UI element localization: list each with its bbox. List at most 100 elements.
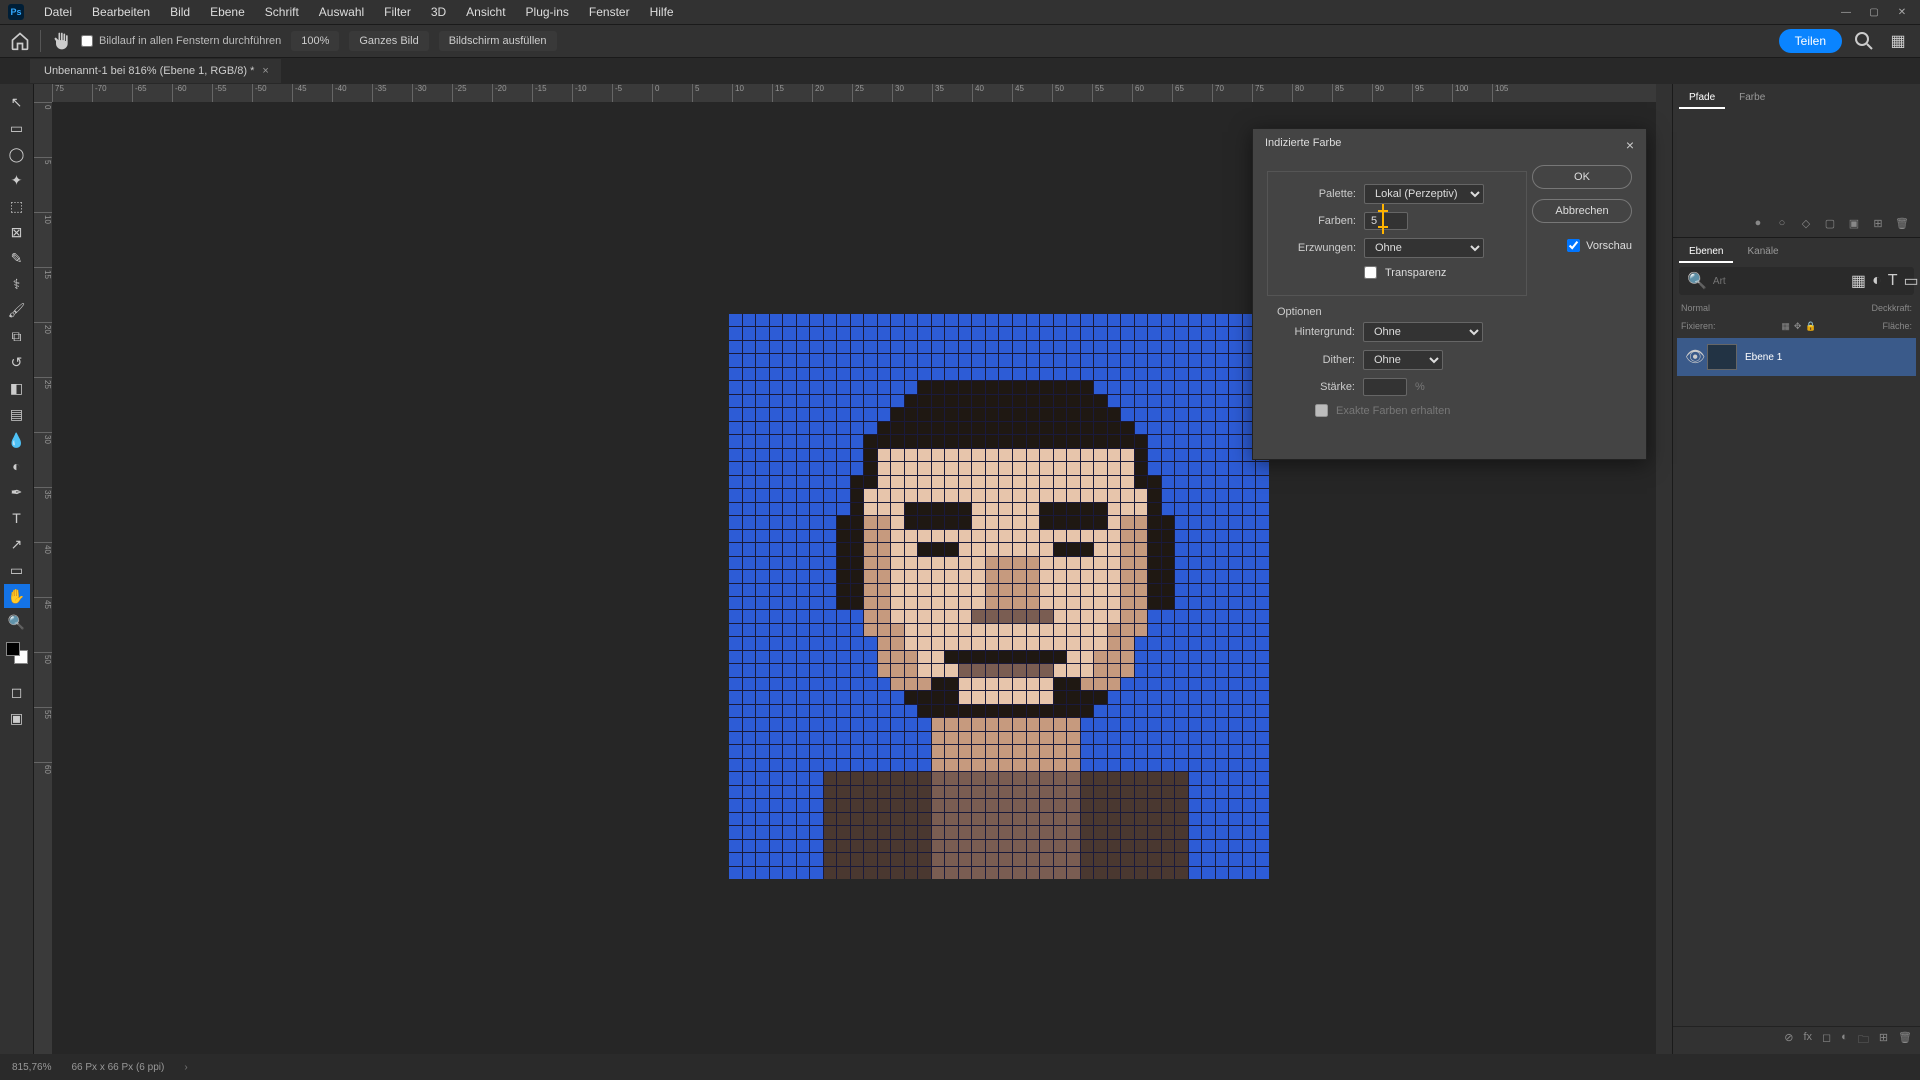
adjustment-layer-icon[interactable]: ◐ [1841, 1031, 1848, 1050]
new-path-icon[interactable]: ⊞ [1870, 215, 1886, 231]
dialog-title: Indizierte Farbe [1265, 137, 1341, 153]
menu-schrift[interactable]: Schrift [255, 5, 309, 19]
farbe-tab[interactable]: Farbe [1729, 88, 1775, 109]
blur-tool[interactable]: 💧 [4, 428, 30, 452]
brush-tool[interactable]: 🖌 [4, 298, 30, 322]
search-icon: 🔍 [1687, 271, 1707, 291]
search-icon[interactable] [1852, 29, 1876, 53]
menu-plugins[interactable]: Plug-ins [516, 5, 579, 19]
preview-checkbox[interactable]: Vorschau [1532, 239, 1632, 252]
eyedropper-tool[interactable]: ✎ [4, 246, 30, 270]
hand-tool[interactable]: ✋ [4, 584, 30, 608]
scroll-all-windows-checkbox[interactable]: Bildlauf in allen Fenstern durchführen [81, 35, 281, 47]
filter-type-icon[interactable]: T [1888, 272, 1898, 290]
mask-icon[interactable]: ▣ [1846, 215, 1862, 231]
new-layer-icon[interactable]: ⊞ [1879, 1031, 1888, 1050]
fill-path-icon[interactable]: ● [1750, 215, 1766, 231]
close-icon[interactable]: ✕ [1892, 2, 1912, 22]
dodge-tool[interactable]: ◐ [4, 454, 30, 478]
menu-bild[interactable]: Bild [160, 5, 200, 19]
group-icon[interactable]: 🗀 [1858, 1031, 1869, 1050]
collapsed-panel-strip[interactable] [1656, 84, 1672, 1054]
menu-auswahl[interactable]: Auswahl [309, 5, 374, 19]
stroke-path-icon[interactable]: ○ [1774, 215, 1790, 231]
layer-row[interactable]: 👁 Ebene 1 [1677, 338, 1916, 376]
menu-datei[interactable]: Datei [34, 5, 82, 19]
lock-label: Fixieren: [1681, 321, 1716, 332]
menu-ebene[interactable]: Ebene [200, 5, 255, 19]
menu-3d[interactable]: 3D [421, 5, 456, 19]
delete-path-icon[interactable]: 🗑 [1894, 215, 1910, 231]
share-button[interactable]: Teilen [1779, 29, 1842, 53]
history-brush-tool[interactable]: ↺ [4, 350, 30, 374]
filter-image-icon[interactable]: ▦ [1851, 271, 1866, 291]
delete-layer-icon[interactable]: 🗑 [1898, 1031, 1912, 1050]
fill-screen-button[interactable]: Bildschirm ausfüllen [439, 31, 557, 51]
quickmask-tool[interactable]: ◻ [4, 680, 30, 704]
link-layers-icon[interactable]: ⊘ [1784, 1031, 1793, 1050]
zoom-tool[interactable]: 🔍 [4, 610, 30, 634]
path-to-selection-icon[interactable]: ◇ [1798, 215, 1814, 231]
gradient-tool[interactable]: ▤ [4, 402, 30, 426]
erzwungen-select[interactable]: Ohne [1364, 238, 1484, 258]
filter-adjust-icon[interactable]: ◐ [1872, 272, 1882, 290]
lock-position-icon[interactable]: ✥ [1794, 321, 1802, 332]
lock-pixels-icon[interactable]: ▦ [1781, 321, 1790, 332]
magic-wand-tool[interactable]: ✦ [4, 168, 30, 192]
maximize-icon[interactable]: ▢ [1864, 2, 1884, 22]
close-tab-icon[interactable]: × [262, 65, 268, 77]
menu-filter[interactable]: Filter [374, 5, 421, 19]
kanale-tab[interactable]: Kanäle [1737, 242, 1788, 263]
status-zoom[interactable]: 815,76% [12, 1062, 51, 1073]
color-swatches[interactable] [4, 640, 30, 666]
filter-shape-icon[interactable]: ▭ [1904, 271, 1919, 291]
make-workpath-icon[interactable]: ▢ [1822, 215, 1838, 231]
type-tool[interactable]: T [4, 506, 30, 530]
home-icon[interactable] [10, 31, 30, 51]
dither-label: Dither: [1275, 354, 1355, 366]
healing-tool[interactable]: ⚕ [4, 272, 30, 296]
hintergrund-select[interactable]: Ohne [1363, 322, 1483, 342]
marquee-tool[interactable]: ▭ [4, 116, 30, 140]
menu-ansicht[interactable]: Ansicht [456, 5, 515, 19]
menu-fenster[interactable]: Fenster [579, 5, 640, 19]
zoom-100-button[interactable]: 100% [291, 31, 339, 51]
shape-tool[interactable]: ▭ [4, 558, 30, 582]
lock-all-icon[interactable]: 🔒 [1805, 321, 1816, 332]
dither-select[interactable]: Ohne [1363, 350, 1443, 370]
clone-tool[interactable]: ⧉ [4, 324, 30, 348]
layer-filter-input[interactable] [1713, 276, 1845, 287]
menu-hilfe[interactable]: Hilfe [640, 5, 684, 19]
fit-screen-button[interactable]: Ganzes Bild [349, 31, 428, 51]
frame-tool[interactable]: ⊠ [4, 220, 30, 244]
farben-input[interactable] [1364, 212, 1408, 230]
layer-style-icon[interactable]: fx [1803, 1031, 1812, 1050]
cancel-button[interactable]: Abbrechen [1532, 199, 1632, 223]
move-tool[interactable]: ↖ [4, 90, 30, 114]
transparenz-checkbox[interactable] [1364, 266, 1377, 279]
layer-thumbnail[interactable] [1707, 344, 1737, 370]
eraser-tool[interactable]: ◧ [4, 376, 30, 400]
crop-tool[interactable]: ⬚ [4, 194, 30, 218]
menu-bearbeiten[interactable]: Bearbeiten [82, 5, 160, 19]
document-tabs: Unbenannt-1 bei 816% (Ebene 1, RGB/8) * … [0, 58, 1920, 84]
palette-select[interactable]: Lokal (Perzeptiv) [1364, 184, 1484, 204]
screenmode-tool[interactable]: ▣ [4, 706, 30, 730]
minimize-icon[interactable]: — [1836, 2, 1856, 22]
pfade-tab[interactable]: Pfade [1679, 88, 1725, 109]
ok-button[interactable]: OK [1532, 165, 1632, 189]
ebenen-tab[interactable]: Ebenen [1679, 242, 1733, 263]
options-bar: Bildlauf in allen Fenstern durchführen 1… [0, 24, 1920, 58]
document-canvas[interactable] [729, 314, 1269, 879]
document-tab[interactable]: Unbenannt-1 bei 816% (Ebene 1, RGB/8) * … [30, 59, 281, 83]
blend-mode-select[interactable]: Normal [1681, 303, 1710, 313]
pen-tool[interactable]: ✒ [4, 480, 30, 504]
workspace-icon[interactable]: ▦ [1886, 29, 1910, 53]
lasso-tool[interactable]: ◯ [4, 142, 30, 166]
visibility-icon[interactable]: 👁 [1685, 347, 1699, 367]
layer-name[interactable]: Ebene 1 [1745, 352, 1782, 363]
path-tool[interactable]: ↗ [4, 532, 30, 556]
layer-mask-icon[interactable]: ◻ [1822, 1031, 1831, 1050]
dialog-close-icon[interactable]: × [1626, 137, 1634, 153]
pfade-toolbar: ● ○ ◇ ▢ ▣ ⊞ 🗑 [1673, 209, 1920, 237]
